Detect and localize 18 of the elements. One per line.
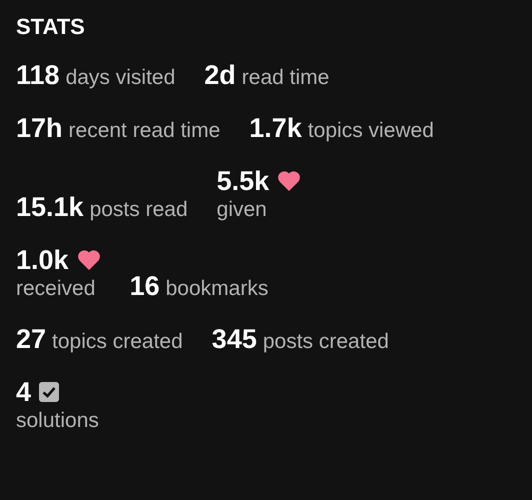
stat-count: 1.0k [16, 245, 69, 276]
heart-icon [277, 170, 302, 192]
heart-icon [76, 249, 101, 272]
stat-count: 5.5k [216, 166, 270, 196]
stat: 27 topics created [16, 324, 183, 354]
stat: 16 bookmarks [130, 271, 268, 302]
stat: 345 posts created [212, 324, 389, 354]
stat-caption: given [216, 198, 268, 222]
checkbox-icon [39, 382, 60, 402]
stat-count: 4 [16, 377, 32, 408]
section-title: STATS [16, 14, 86, 40]
stat: 17h recent read time [16, 113, 220, 144]
stat: 118 days visited [16, 60, 176, 90]
stat-caption: solutions [16, 409, 99, 434]
stat: 15.1k posts read [16, 192, 188, 222]
stat: 1.7k topics viewed [249, 113, 434, 144]
stat-caption: received [16, 277, 96, 302]
stat: 2d read time [204, 60, 330, 90]
